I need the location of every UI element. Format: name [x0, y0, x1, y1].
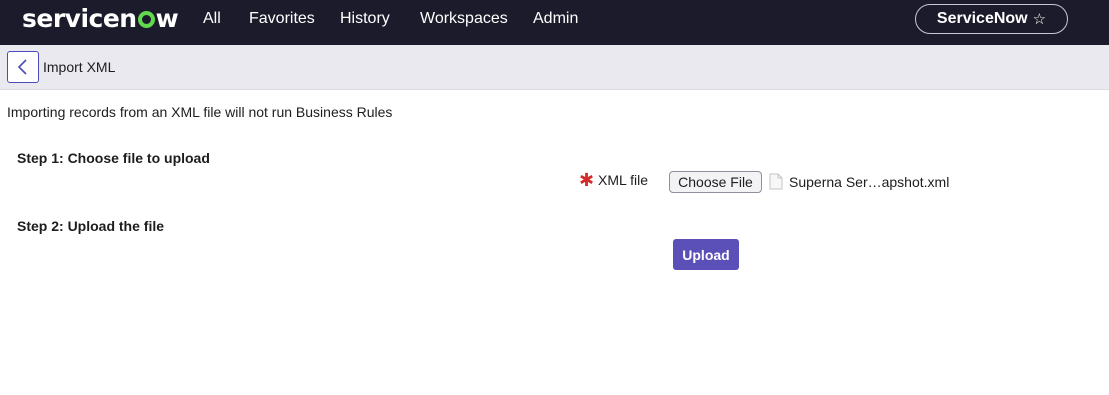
- logo-o-mark: [137, 11, 155, 28]
- nav-workspaces[interactable]: Workspaces: [420, 9, 508, 29]
- step2-heading: Step 2: Upload the file: [17, 218, 165, 234]
- servicenow-logo[interactable]: servicen w: [22, 2, 179, 36]
- instance-label: ServiceNow: [936, 10, 1028, 27]
- page-title: Import XML: [43, 59, 116, 75]
- required-marker: ✱: [579, 170, 595, 190]
- nav-favorites[interactable]: Favorites: [249, 9, 315, 29]
- instance-favorite-button[interactable]: ServiceNow ☆: [915, 4, 1068, 34]
- selected-file-name: Superna Ser…apshot.xml: [789, 174, 950, 190]
- file-icon: [769, 173, 783, 190]
- chevron-left-icon: [17, 59, 27, 75]
- nav-history[interactable]: History: [340, 9, 390, 29]
- nav-all[interactable]: All: [203, 9, 221, 29]
- import-notice: Importing records from an XML file will …: [7, 104, 393, 120]
- choose-file-button[interactable]: Choose File: [669, 171, 762, 193]
- top-navigation-bar: servicen w All Favorites History Workspac…: [0, 0, 1109, 45]
- nav-admin[interactable]: Admin: [533, 9, 578, 29]
- upload-button[interactable]: Upload: [673, 239, 739, 270]
- star-icon[interactable]: ☆: [1033, 10, 1046, 28]
- back-button[interactable]: [7, 51, 39, 83]
- page-header: Import XML: [0, 45, 1109, 90]
- step1-heading: Step 1: Choose file to upload: [17, 150, 210, 166]
- xml-file-label: XML file: [598, 172, 649, 188]
